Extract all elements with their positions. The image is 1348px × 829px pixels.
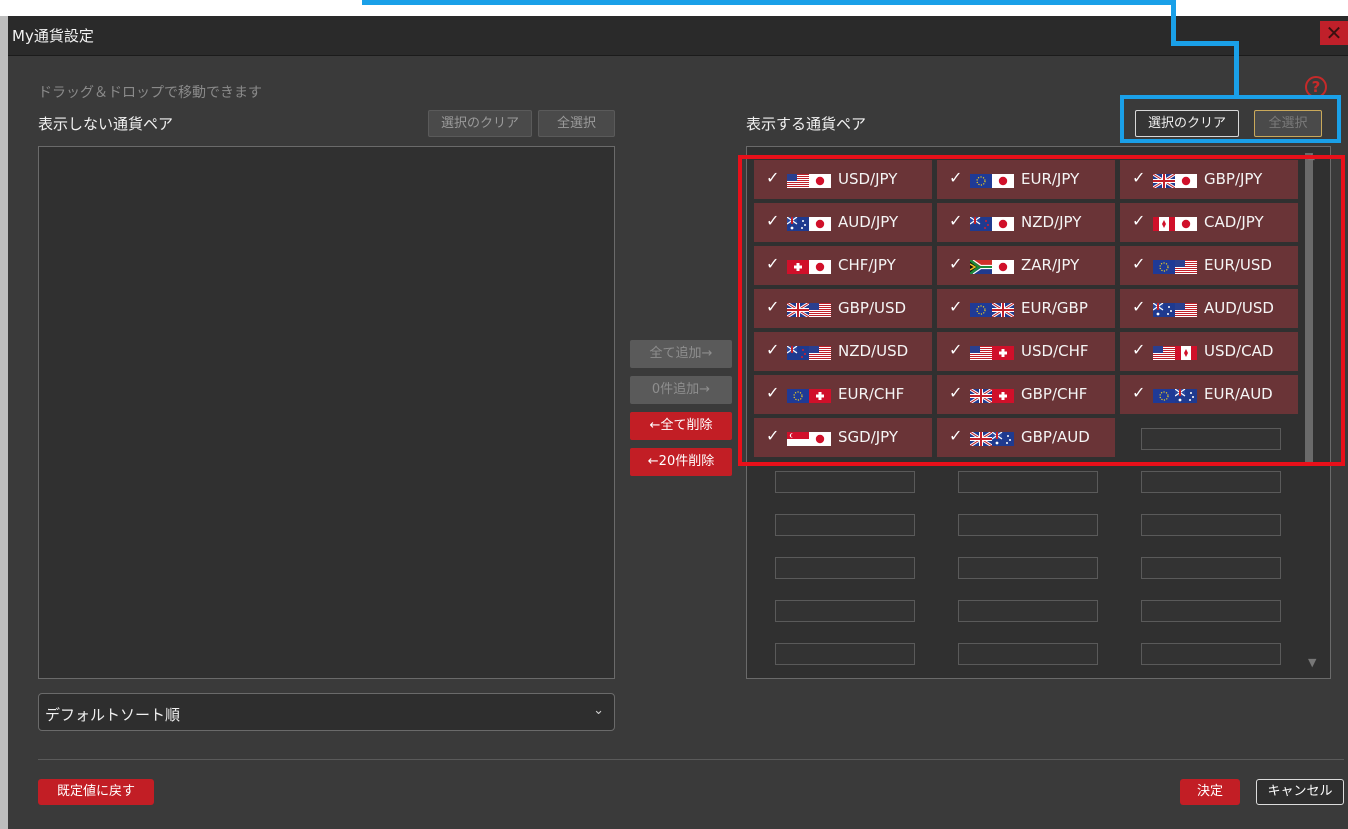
annotation-callout-line: [362, 0, 1176, 5]
screenshot-stage: My通貨設定 ✕ ドラッグ＆ドロップで移動できます ? 表示しない通貨ペア 選択…: [0, 0, 1348, 829]
remove-selected-button[interactable]: ←20件削除: [630, 448, 732, 476]
hidden-select-all-button[interactable]: 全選択: [538, 110, 615, 137]
annotation-callout-line: [1234, 41, 1239, 97]
footer-divider: [38, 759, 1344, 760]
add-selected-button[interactable]: 0件追加→: [630, 376, 732, 404]
empty-pair-slot[interactable]: [1141, 514, 1281, 536]
annotation-callout-line: [1171, 0, 1176, 46]
annotation-callout-line: [1171, 41, 1239, 46]
ok-button[interactable]: 決定: [1180, 779, 1240, 805]
empty-pair-slot[interactable]: [1141, 600, 1281, 622]
empty-pair-slot[interactable]: [958, 643, 1098, 665]
chevron-down-icon: ⌄: [593, 703, 604, 718]
hidden-pairs-label: 表示しない通貨ペア: [38, 115, 174, 133]
drag-drop-hint: ドラッグ＆ドロップで移動できます: [38, 85, 262, 101]
hidden-clear-selection-button[interactable]: 選択のクリア: [428, 110, 532, 137]
scroll-down-icon[interactable]: ▼: [1308, 656, 1316, 669]
empty-pair-slot[interactable]: [775, 471, 915, 493]
empty-pair-slot[interactable]: [775, 643, 915, 665]
annotation-highlight-buttons: [1120, 95, 1341, 143]
shown-pairs-label: 表示する通貨ペア: [746, 115, 867, 133]
add-all-button[interactable]: 全て追加→: [630, 340, 732, 368]
close-icon[interactable]: ✕: [1320, 21, 1348, 45]
dialog-title: My通貨設定: [12, 27, 94, 45]
sort-order-select[interactable]: デフォルトソート順 ⌄: [38, 693, 615, 731]
reset-defaults-button[interactable]: 既定値に戻す: [38, 779, 154, 805]
empty-pair-slot[interactable]: [958, 557, 1098, 579]
empty-pair-slot[interactable]: [775, 600, 915, 622]
dialog-titlebar: My通貨設定 ✕: [8, 16, 1348, 56]
empty-pair-slot[interactable]: [958, 600, 1098, 622]
cancel-button[interactable]: キャンセル: [1256, 779, 1344, 805]
empty-pair-slot[interactable]: [775, 557, 915, 579]
empty-pair-slot[interactable]: [1141, 557, 1281, 579]
annotation-highlight-pairs: [738, 155, 1345, 466]
empty-pair-slot[interactable]: [1141, 471, 1281, 493]
hidden-pairs-list[interactable]: [38, 146, 615, 679]
empty-pair-slot[interactable]: [1141, 643, 1281, 665]
empty-pair-slot[interactable]: [958, 471, 1098, 493]
remove-all-button[interactable]: ←全て削除: [630, 412, 732, 440]
empty-pair-slot[interactable]: [958, 514, 1098, 536]
empty-pair-slot[interactable]: [775, 514, 915, 536]
sort-order-value: デフォルトソート順: [45, 706, 181, 724]
